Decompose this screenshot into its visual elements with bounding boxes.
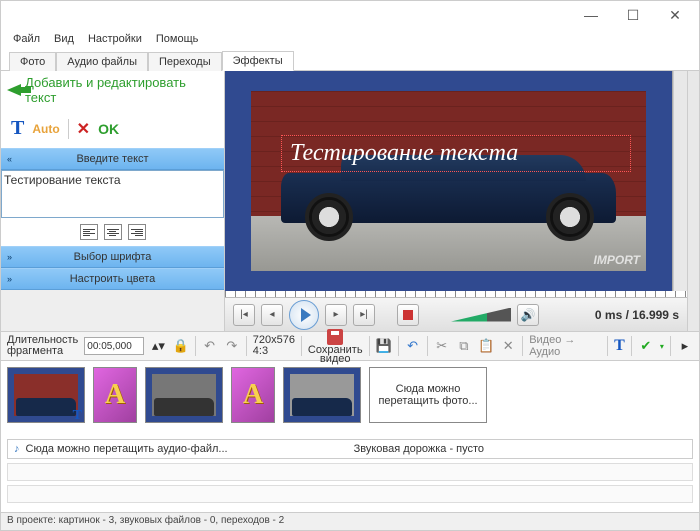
timeline-thumb-1[interactable]: T xyxy=(7,367,85,423)
section-font[interactable]: »Выбор шрифта xyxy=(1,246,224,268)
resolution-label: 720x5764:3 xyxy=(253,335,295,357)
window-maximize[interactable]: ☐ xyxy=(613,3,653,27)
rotate-right-icon[interactable]: ↷ xyxy=(224,337,240,355)
tab-effects[interactable]: Эффекты xyxy=(222,51,294,71)
timeline-thumb-3[interactable] xyxy=(283,367,361,423)
save-icon[interactable]: 💾 xyxy=(375,337,391,355)
play-button[interactable] xyxy=(289,300,319,330)
align-left-icon[interactable] xyxy=(80,224,98,240)
slide-preview[interactable]: Тестирование текста IMPORT xyxy=(251,91,646,271)
next-frame-button[interactable]: ▸ xyxy=(325,304,347,326)
timeline-drop-zone[interactable]: Сюда можно перетащить фото... xyxy=(369,367,487,423)
preview-area: Тестирование текста IMPORT xyxy=(225,71,673,291)
section-enter-text[interactable]: «Введите текст xyxy=(1,148,224,170)
copy-icon[interactable]: ⧉ xyxy=(456,337,472,355)
tab-audio[interactable]: Аудио файлы xyxy=(56,52,148,71)
auto-button[interactable]: Auto xyxy=(32,122,59,136)
text-overlay[interactable]: Тестирование текста xyxy=(281,135,631,172)
menu-help[interactable]: Помощь xyxy=(156,33,199,45)
lock-icon[interactable]: 🔒 xyxy=(172,337,188,355)
cancel-icon[interactable]: ✕ xyxy=(77,119,90,139)
tab-transitions[interactable]: Переходы xyxy=(148,52,222,71)
section-colors[interactable]: »Настроить цвета xyxy=(1,268,224,290)
align-right-icon[interactable] xyxy=(128,224,146,240)
audio-track-row[interactable]: ♪ Сюда можно перетащить аудио-файл... Зв… xyxy=(7,439,693,459)
empty-track-1[interactable] xyxy=(7,463,693,481)
delete-icon[interactable]: ✕ xyxy=(500,337,516,355)
time-display: 0 ms / 16.999 s xyxy=(595,308,679,322)
undo-icon[interactable]: ↶ xyxy=(405,337,421,355)
paste-icon[interactable]: 📋 xyxy=(478,337,494,355)
duration-label: Длительностьфрагмента xyxy=(7,335,78,357)
text-tool-icon[interactable]: T xyxy=(11,117,24,140)
panel-empty xyxy=(1,290,224,331)
right-scrollbar[interactable] xyxy=(687,71,699,331)
status-bar: В проекте: картинок - 3, звуковых файлов… xyxy=(1,512,699,530)
section-label: Выбор шрифта xyxy=(74,251,152,263)
apply-icon[interactable]: ✔ xyxy=(638,337,654,355)
section-label: Настроить цвета xyxy=(70,273,156,285)
tab-photo[interactable]: Фото xyxy=(9,52,56,71)
window-close[interactable]: ✕ xyxy=(655,3,695,27)
duration-input[interactable] xyxy=(84,337,144,355)
overlay-text: Тестирование текста xyxy=(290,140,518,166)
ok-button[interactable]: OK xyxy=(98,121,119,137)
text-effect-icon[interactable]: T xyxy=(614,337,625,355)
empty-track-2[interactable] xyxy=(7,485,693,503)
last-frame-button[interactable]: ▸| xyxy=(353,304,375,326)
rotate-left-icon[interactable]: ↶ xyxy=(202,337,218,355)
align-center-icon[interactable] xyxy=(104,224,122,240)
preview-scrollbar[interactable] xyxy=(673,71,687,291)
first-frame-button[interactable]: |◂ xyxy=(233,304,255,326)
timeline-transition-2[interactable]: A xyxy=(231,367,275,423)
chevron-icon[interactable]: ▸ xyxy=(677,337,693,355)
audio-track-label: Звуковая дорожка - пусто xyxy=(354,443,484,455)
note-icon: ♪ xyxy=(14,443,20,455)
window-minimize[interactable]: — xyxy=(571,3,611,27)
back-arrow-icon[interactable] xyxy=(7,84,21,96)
stop-button[interactable] xyxy=(397,304,419,326)
timeline-transition-1[interactable]: A xyxy=(93,367,137,423)
prev-frame-button[interactable]: ◂ xyxy=(261,304,283,326)
cut-icon[interactable]: ✂ xyxy=(434,337,450,355)
menu-file[interactable]: Файл xyxy=(13,33,40,45)
watermark: IMPORT xyxy=(594,253,640,267)
timeline-thumb-2[interactable] xyxy=(145,367,223,423)
divider xyxy=(68,119,69,139)
mute-button[interactable]: 🔊 xyxy=(517,304,539,326)
panel-title: Добавить и редактировать текст xyxy=(25,75,218,105)
duration-stepper[interactable]: ▴▾ xyxy=(150,337,166,355)
save-video-button[interactable]: Сохранитьвидео xyxy=(308,329,363,364)
audio-hint: Сюда можно перетащить аудио-файл... xyxy=(26,443,228,455)
menu-view[interactable]: Вид xyxy=(54,33,74,45)
section-label: Введите текст xyxy=(76,153,148,165)
volume-slider[interactable] xyxy=(451,308,511,322)
text-input[interactable]: Тестирование текста xyxy=(1,170,224,218)
video-audio-label[interactable]: Видео → Аудио xyxy=(529,334,601,358)
menu-settings[interactable]: Настройки xyxy=(88,33,142,45)
